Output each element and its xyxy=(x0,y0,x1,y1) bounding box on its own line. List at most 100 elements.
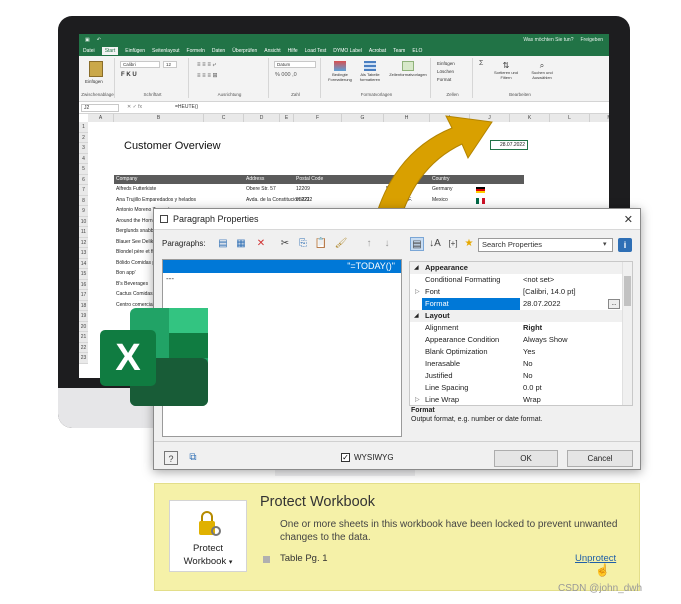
column-header[interactable]: M xyxy=(590,114,609,122)
sort-filter-button[interactable]: ⇅ Sortieren und Filtern xyxy=(491,61,521,80)
sheet-cell[interactable]: Country xyxy=(432,176,470,182)
column-header[interactable]: B xyxy=(114,114,204,122)
windows-icon[interactable]: ⧉ xyxy=(186,451,200,465)
row-header[interactable]: 17 xyxy=(79,290,88,301)
property-row[interactable]: ▷ Font [Calibri, 14.0 pt] xyxy=(410,286,622,298)
paste-icon[interactable] xyxy=(89,61,103,77)
sheet-cell[interactable]: Ana Trujillo Emparedados y helados xyxy=(116,197,216,203)
property-row[interactable]: Inerasable No xyxy=(410,358,622,370)
format-painter-icon[interactable]: 🖌 xyxy=(334,237,348,251)
row-header[interactable]: 8 xyxy=(79,195,88,206)
sheet-cell[interactable]: Postal Code xyxy=(296,176,338,182)
sheet-cell[interactable]: Mexico xyxy=(432,197,470,203)
format-as-table-button[interactable]: Als Tabelle formatieren xyxy=(357,61,383,82)
favorites-star-icon[interactable]: ★ xyxy=(462,237,476,251)
row-header[interactable]: 18 xyxy=(79,300,88,311)
paste-icon[interactable]: 📋 xyxy=(314,237,328,251)
ribbon-tab[interactable]: Datei xyxy=(83,48,95,54)
bold-italic-underline[interactable]: F K U xyxy=(121,72,137,78)
move-down-icon[interactable]: ↓ xyxy=(380,237,394,251)
row-header[interactable]: 11 xyxy=(79,227,88,238)
row-header[interactable]: 10 xyxy=(79,216,88,227)
editor-selected-line[interactable]: "=TODAY()" xyxy=(163,260,401,273)
alphabetical-sort-icon[interactable]: ↓A xyxy=(428,237,442,251)
property-value[interactable]: Right xyxy=(523,322,542,334)
cancel-button[interactable]: Cancel xyxy=(567,450,633,467)
property-row[interactable]: Appearance Condition Always Show xyxy=(410,334,622,346)
property-value[interactable]: Always Show xyxy=(523,334,568,346)
row-header[interactable]: 22 xyxy=(79,342,88,353)
sheet-cell[interactable]: 05021 xyxy=(296,197,338,203)
property-value[interactable]: [Calibri, 14.0 pt] xyxy=(523,286,576,298)
property-row[interactable]: ... Format 28.07.2022 xyxy=(410,298,622,310)
editor-next-line[interactable]: --- xyxy=(166,274,174,283)
property-row[interactable]: Conditional Formatting <not set> xyxy=(410,274,622,286)
format-ellipsis-button[interactable]: ... xyxy=(608,299,620,309)
categorized-view-icon[interactable]: ▤ xyxy=(410,237,424,251)
ribbon-tab[interactable]: Formeln xyxy=(187,48,205,54)
font-size-select[interactable]: 12 xyxy=(163,61,177,68)
ribbon-tab[interactable]: Daten xyxy=(212,48,225,54)
format-cells-button[interactable]: Format xyxy=(437,77,451,82)
property-value[interactable]: No xyxy=(523,370,533,382)
alignment-icons-row2[interactable]: ≡ ≡ ≡ ⊞ xyxy=(197,72,218,79)
row-header[interactable]: 21 xyxy=(79,332,88,343)
property-row[interactable]: Alignment Right xyxy=(410,322,622,334)
sheet-cell[interactable]: Company xyxy=(116,176,216,182)
wysiwyg-label[interactable]: WYSIWYG xyxy=(354,453,394,462)
insert-paragraph-icon[interactable]: ▦ xyxy=(234,237,248,251)
column-header[interactable]: E xyxy=(280,114,294,122)
column-header[interactable]: A xyxy=(88,114,114,122)
collapse-arrow-icon[interactable]: ◢ xyxy=(414,310,419,322)
ribbon-tab[interactable]: Überprüfen xyxy=(232,48,257,54)
number-icons[interactable]: % 000 ,0 xyxy=(275,72,297,78)
row-header[interactable]: 15 xyxy=(79,269,88,280)
find-select-button[interactable]: ⌕ Suchen und Auswählen xyxy=(523,61,561,80)
column-header[interactable]: G xyxy=(342,114,384,122)
property-row[interactable]: Blank Optimization Yes xyxy=(410,346,622,358)
property-row[interactable]: ▷ Line Wrap Wrap xyxy=(410,394,622,405)
row-header[interactable]: 6 xyxy=(79,174,88,185)
property-value[interactable]: Wrap xyxy=(523,394,541,405)
new-paragraph-icon[interactable]: ▤ xyxy=(216,237,230,251)
property-category[interactable]: ◢ Layout xyxy=(410,310,622,322)
info-icon[interactable]: i xyxy=(618,238,632,252)
expand-all-icon[interactable]: [+] xyxy=(446,237,460,251)
sheet-cell[interactable]: Germany xyxy=(432,186,470,192)
copy-icon[interactable]: ⎘ xyxy=(296,237,310,251)
row-header[interactable]: 4 xyxy=(79,153,88,164)
sheet-cell[interactable]: México D.F. xyxy=(386,197,426,203)
sheet-cell[interactable]: Customer Overview xyxy=(124,140,244,152)
collapse-arrow-icon[interactable]: ◢ xyxy=(414,262,419,274)
ribbon-tab[interactable]: Einfügen xyxy=(125,48,145,54)
property-scrollbar[interactable] xyxy=(622,262,632,405)
ok-button[interactable]: OK xyxy=(494,450,558,467)
ribbon-tab[interactable]: Ansicht xyxy=(264,48,280,54)
ribbon-tab[interactable]: Acrobat xyxy=(369,48,386,54)
expand-arrow-icon[interactable]: ▷ xyxy=(415,286,420,298)
ribbon-tab[interactable]: DYMO Label xyxy=(333,48,362,54)
ribbon-tab[interactable]: Team xyxy=(393,48,405,54)
sheet-cell[interactable]: 12209 xyxy=(296,186,338,192)
column-header[interactable]: K xyxy=(510,114,550,122)
cell-styles-button[interactable]: Zellenformatvorlagen xyxy=(387,61,429,77)
row-header[interactable]: 1 xyxy=(79,122,88,133)
close-icon[interactable]: ✕ xyxy=(624,213,633,226)
ribbon-tab[interactable]: Start xyxy=(101,46,119,55)
undo-icon[interactable]: ↶ xyxy=(97,37,101,43)
search-properties-input[interactable]: Search Properties xyxy=(478,238,613,252)
ribbon-tab[interactable]: Hilfe xyxy=(288,48,298,54)
sheet-cell[interactable]: Berlin xyxy=(386,186,426,192)
help-icon[interactable]: ? xyxy=(164,451,178,465)
conditional-format-button[interactable]: Bedingte Formatierung xyxy=(327,61,353,82)
column-header[interactable]: H xyxy=(384,114,430,122)
column-header[interactable]: J xyxy=(470,114,510,122)
save-icon[interactable]: ▣ xyxy=(85,37,90,43)
tell-me-search[interactable]: Was möchten Sie tun? xyxy=(523,37,573,43)
property-value[interactable]: 28.07.2022 xyxy=(523,298,561,310)
column-header[interactable]: F xyxy=(294,114,342,122)
sheet-cell[interactable]: 28.07.2022 xyxy=(490,140,528,150)
row-header[interactable]: 23 xyxy=(79,353,88,364)
column-header[interactable]: C xyxy=(204,114,244,122)
row-header[interactable]: 3 xyxy=(79,143,88,154)
